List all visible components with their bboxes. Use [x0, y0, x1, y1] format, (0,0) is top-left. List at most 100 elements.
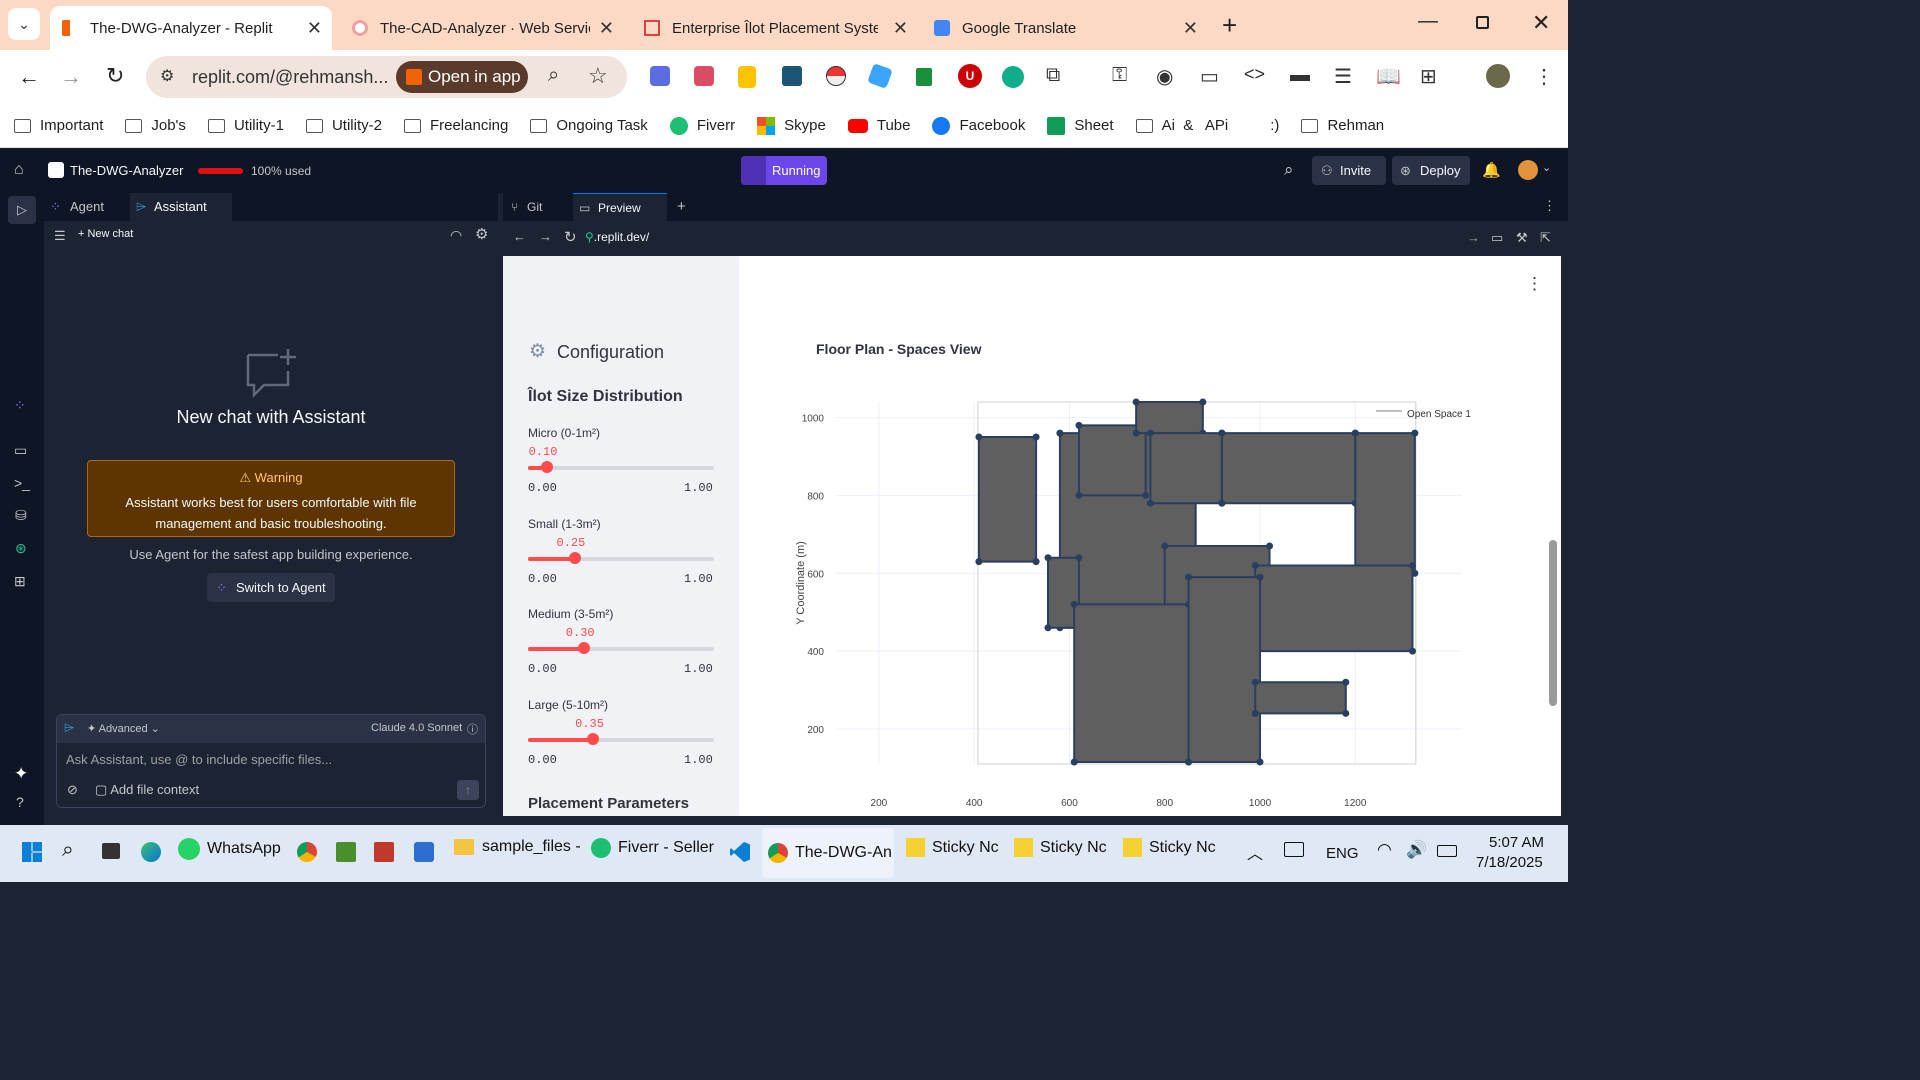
taskbar-fiverr[interactable]: Fiverr - Seller — [591, 838, 714, 858]
vertex-point[interactable] — [975, 433, 983, 441]
agent-rail-icon[interactable]: ⁘ — [14, 397, 26, 414]
preview-back-icon[interactable]: ← — [513, 229, 526, 244]
legend-entry[interactable]: Open Space 1 — [1407, 409, 1471, 420]
volume-icon[interactable]: 🔊 — [1406, 840, 1427, 860]
vertex-point[interactable] — [1070, 600, 1078, 608]
deployments-rail-icon[interactable]: ⊛ — [15, 540, 27, 557]
close-tab-icon[interactable]: ✕ — [893, 18, 908, 39]
space-polygon[interactable] — [1220, 432, 1357, 505]
vertex-point[interactable] — [1032, 558, 1040, 566]
sparkle-icon[interactable]: ✦ — [14, 764, 28, 784]
taskbar-search-icon[interactable]: ⌕ — [62, 838, 74, 862]
extension-icon[interactable] — [782, 66, 802, 86]
bookmark-fiverr[interactable]: Fiverr — [669, 116, 735, 135]
taskbar-whatsapp[interactable]: WhatsApp — [178, 838, 281, 860]
taskbar-sticky-notes-3[interactable]: Sticky Nc — [1123, 838, 1216, 857]
space-polygon[interactable] — [977, 436, 1038, 563]
new-chat-button[interactable]: + New chat — [78, 228, 133, 240]
restore-window-button[interactable] — [1476, 16, 1489, 29]
payment-card-icon[interactable]: ▬ — [1290, 64, 1310, 87]
clock-time[interactable]: 5:07 AM — [1489, 834, 1544, 851]
profile-avatar[interactable] — [1486, 64, 1510, 88]
vertex-point[interactable] — [1161, 542, 1169, 550]
vertex-point[interactable] — [1342, 709, 1350, 717]
slider-handle[interactable] — [540, 461, 553, 473]
clock-date[interactable]: 7/18/2025 — [1476, 854, 1543, 871]
slider-handle[interactable] — [577, 642, 590, 654]
browser-tab-replit[interactable]: The-DWG-Analyzer - Replit ✕ — [50, 6, 332, 50]
floor-plan-chart[interactable]: 200 400 600 800 1000 200 400 600 800 1000 1200 Y Co… — [780, 380, 1540, 820]
vertex-point[interactable] — [1075, 421, 1083, 429]
vertex-point[interactable] — [1132, 429, 1140, 437]
vertex-point[interactable] — [1351, 429, 1359, 437]
chat-input[interactable]: Ask Assistant, use @ to include specific… — [66, 752, 332, 767]
bookmark-folder-rehman[interactable]: Rehman — [1301, 117, 1384, 134]
bookmark-folder-utility-2[interactable]: Utility-2 — [305, 117, 382, 134]
vertex-point[interactable] — [1132, 398, 1140, 406]
scrollbar-track[interactable] — [1549, 540, 1557, 706]
tab-assistant[interactable]: ⌲ Assistant — [130, 193, 232, 221]
slider-track[interactable] — [528, 732, 714, 745]
slider-track[interactable] — [528, 461, 714, 473]
preview-reload-icon[interactable]: ↻ — [564, 228, 577, 246]
reload-icon[interactable]: ↻ — [106, 63, 124, 89]
search-icon[interactable]: ⌕ — [1284, 160, 1294, 180]
vertex-point[interactable] — [1185, 573, 1193, 581]
extensions-puzzle-icon[interactable]: ⧉ — [1046, 64, 1060, 87]
device-toolbar-icon[interactable]: ▭ — [1200, 64, 1219, 89]
site-settings-icon[interactable]: ⚙ — [160, 66, 174, 86]
tab-agent[interactable]: ⁘ Agent — [50, 193, 130, 221]
extension-icon[interactable] — [916, 68, 932, 86]
open-in-app-button[interactable]: Open in app — [396, 61, 528, 93]
vertex-point[interactable] — [1342, 678, 1350, 686]
extension-icon[interactable] — [1002, 66, 1024, 88]
notepad-icon[interactable] — [374, 842, 394, 862]
files-panel-icon[interactable]: ▷ — [8, 196, 36, 224]
task-view-icon[interactable] — [102, 843, 120, 859]
attach-icon[interactable]: ⊘ — [67, 782, 78, 798]
preview-forward-icon[interactable]: → — [539, 229, 552, 244]
keyboard-icon[interactable] — [1284, 842, 1304, 857]
switch-to-agent-button[interactable]: ⁘ Switch to Agent — [207, 573, 335, 602]
space-polygon[interactable] — [1254, 681, 1347, 715]
devtools-wrench-icon[interactable]: ⚒ — [1516, 230, 1528, 246]
vertex-point[interactable] — [1218, 499, 1226, 507]
space-polygon[interactable] — [1149, 432, 1223, 505]
home-icon[interactable]: ⌂ — [14, 161, 24, 179]
browser-tab-enterprise[interactable]: Enterprise Îlot Placement Syster ✕ — [632, 6, 918, 50]
advanced-dropdown[interactable]: ✦ Advanced ⌄ — [87, 722, 160, 735]
bookmark-skype[interactable]: Skype — [757, 116, 826, 135]
preview-rail-icon[interactable]: ▭ — [14, 442, 27, 459]
usage-gauge-icon[interactable]: ◠ — [450, 227, 462, 244]
taskbar-sticky-notes-1[interactable]: Sticky Nc — [906, 838, 999, 857]
shell-rail-icon[interactable]: >_ — [14, 475, 30, 491]
preview-url-bar[interactable]: ⚲.replit.dev/ — [585, 230, 649, 244]
vertex-point[interactable] — [1251, 561, 1259, 569]
zoom-icon[interactable]: ⌕ — [548, 64, 559, 87]
back-icon[interactable]: ← — [18, 64, 40, 90]
notifications-bell-icon[interactable]: 🔔 — [1482, 161, 1501, 179]
side-panel-icon[interactable]: ⊞ — [1420, 64, 1437, 89]
store-icon[interactable] — [414, 842, 434, 862]
slider-track[interactable] — [528, 642, 714, 654]
taskbar-chrome-active[interactable]: The-DWG-An — [762, 828, 894, 878]
space-polygon[interactable] — [1254, 564, 1414, 653]
bookmark-folder-freelancing[interactable]: Freelancing — [403, 117, 508, 134]
edge-icon[interactable] — [141, 842, 161, 862]
bookmark-tube[interactable]: Tube — [847, 117, 910, 134]
vertex-point[interactable] — [1070, 758, 1078, 766]
vertex-point[interactable] — [1142, 491, 1150, 499]
vertex-point[interactable] — [1146, 499, 1154, 507]
bookmark-star-icon[interactable]: ☆ — [588, 63, 608, 89]
chevron-down-icon[interactable]: ⌄ — [1542, 161, 1551, 174]
vertex-point[interactable] — [1408, 647, 1416, 655]
model-name[interactable]: Claude 4.0 Sonnet — [371, 722, 462, 734]
space-polygon[interactable] — [1073, 603, 1190, 764]
devices-icon[interactable]: ▭ — [1491, 230, 1503, 246]
app-menu-icon[interactable]: ⋮ — [1526, 274, 1543, 294]
taskbar-file-explorer[interactable]: sample_files - — [454, 838, 581, 856]
vertex-point[interactable] — [1199, 398, 1207, 406]
open-new-window-icon[interactable]: ⇱ — [1540, 230, 1551, 246]
user-avatar[interactable] — [1518, 160, 1538, 180]
bookmark-folder-ai-api[interactable]: Ai & APi — [1135, 117, 1228, 134]
